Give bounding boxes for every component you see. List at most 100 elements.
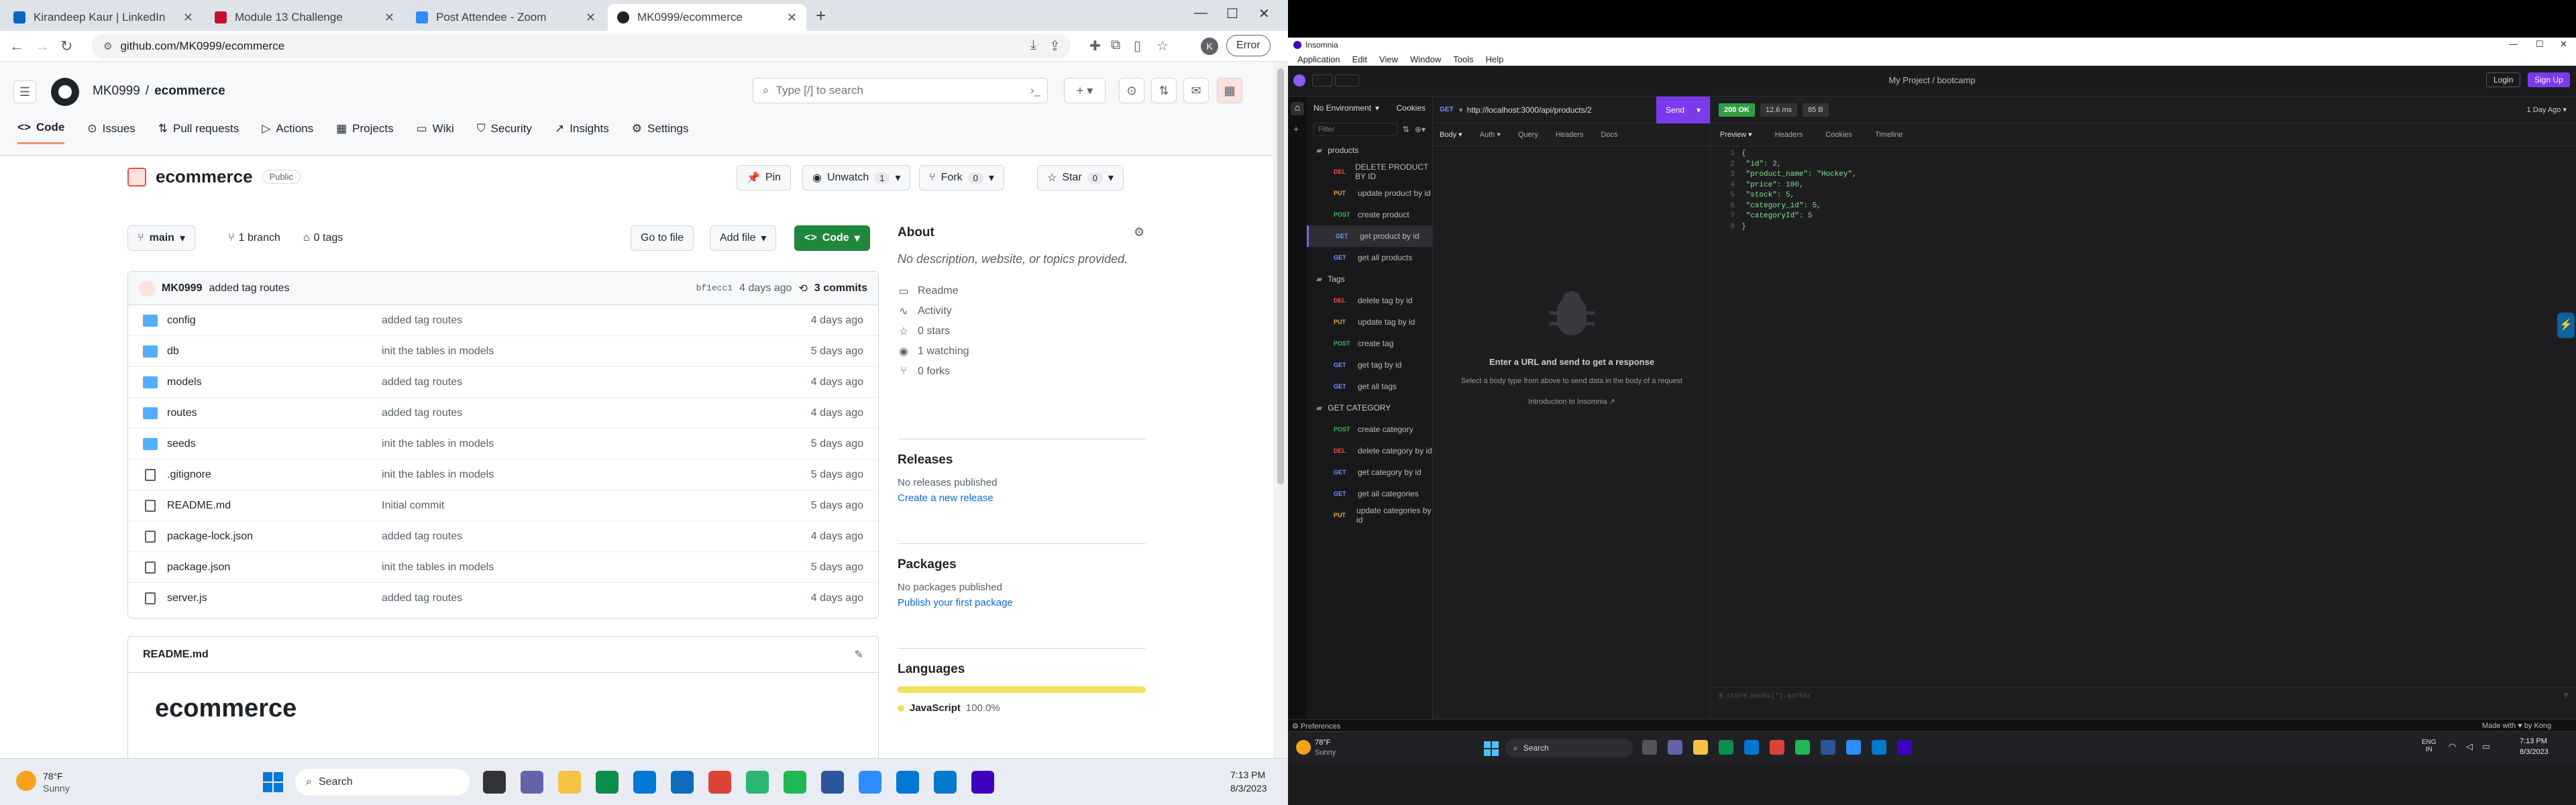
forward-icon[interactable]: → [35,38,50,55]
tab-github[interactable]: MK0999/ecommerce ✕ [608,4,806,31]
project-breadcrumb[interactable]: My Project / bootcamp [1288,75,2576,85]
file-commit-message[interactable]: Initial commit [382,500,811,512]
store-icon[interactable] [633,771,656,794]
file-name[interactable]: server.js [167,592,382,604]
scrollbar-thumb[interactable] [1277,68,1284,484]
request-item[interactable]: POST create tag [1307,333,1432,354]
floating-extension-icon[interactable]: ⚡ [2557,313,2575,338]
spotify-icon[interactable] [1795,740,1810,755]
word-icon[interactable] [1821,740,1835,755]
code-button[interactable]: <> Code ▾ [794,225,870,251]
insomnia-icon[interactable] [971,771,994,794]
file-name[interactable]: package.json [167,561,382,574]
sort-icon[interactable]: ⇅ [1403,125,1409,134]
tags-link[interactable]: ⌂ 0 tags [303,232,343,244]
close-icon[interactable]: ✕ [183,11,193,25]
watching-link[interactable]: ◉ 1 watching [898,341,1146,362]
menu-edit[interactable]: Edit [1352,54,1367,64]
tab-headers[interactable]: Headers [1775,131,1803,139]
pin-button[interactable]: 📌 Pin [737,165,792,191]
file-commit-message[interactable]: added tag routes [382,531,811,543]
reload-icon[interactable]: ↻ [60,38,72,55]
tab-timeline[interactable]: Timeline [1875,131,1902,139]
minimize-button[interactable]: — [2509,39,2518,49]
file-row[interactable]: package.json init the tables in models 5 d… [128,552,878,583]
site-info-icon[interactable]: ⚙ [103,40,112,52]
tab-linkedin[interactable]: Kirandeep Kaur | LinkedIn ✕ [4,4,203,31]
menu-window[interactable]: Window [1410,54,1441,64]
commit-message[interactable]: added tag routes [209,282,289,294]
issues-icon[interactable]: ⊙ [1119,78,1144,103]
owner-link[interactable]: MK0999 [93,84,140,99]
request-item[interactable]: GET get tag by id [1307,354,1432,376]
login-button[interactable]: Login [2486,72,2521,87]
request-item[interactable]: POST create product [1307,204,1432,225]
url-input[interactable]: http://localhost:3000/api/products/2 [1467,105,1656,115]
close-window-button[interactable]: ✕ [1258,5,1270,22]
edge-icon[interactable] [596,771,619,794]
insomnia-icon[interactable] [1897,740,1912,755]
cookies-button[interactable]: Cookies [1397,103,1426,113]
file-name[interactable]: seeds [167,438,382,450]
request-item[interactable]: GET get all tags [1307,376,1432,397]
taskbar-search[interactable]: ⌕ Search [1505,739,1633,757]
folder-item[interactable]: ▰ products [1307,140,1432,161]
tab-query[interactable]: Query [1518,131,1538,139]
tab-wiki[interactable]: ▭ Wiki [417,121,454,144]
extension-icon[interactable]: ✚ [1089,38,1101,54]
fork-button[interactable]: ⑂ Fork 0 ▾ [919,165,1004,191]
home-icon[interactable]: ⌂ [1291,102,1304,115]
page-scrollbar[interactable] [1273,62,1288,758]
file-row[interactable]: .gitignore init the tables in models 5 day… [128,460,878,490]
tab-headers[interactable]: Headers [1556,131,1584,139]
stars-link[interactable]: ☆ 0 stars [898,321,1146,341]
request-item[interactable]: GET get all products [1307,247,1432,268]
commit-author[interactable]: MK0999 [162,282,202,294]
sidepanel-icon[interactable]: ▯ [1134,38,1141,54]
close-window-button[interactable]: ✕ [2560,39,2567,50]
file-commit-message[interactable]: added tag routes [382,592,811,604]
add-icon[interactable]: + [1293,123,1299,134]
file-row[interactable]: db init the tables in models 5 days ago [128,336,878,367]
request-item[interactable]: PUT update tag by id [1307,311,1432,333]
file-name[interactable]: README.md [167,500,382,512]
file-commit-message[interactable]: init the tables in models [382,561,811,574]
search-input[interactable]: ⌕ Type [/] to search ›_ [753,78,1048,103]
file-commit-message[interactable]: added tag routes [382,407,811,419]
request-item[interactable]: DEL DELETE PRODUCT BY ID [1307,161,1432,182]
tab-module13[interactable]: Module 13 Challenge ✕ [205,4,404,31]
file-name[interactable]: config [167,315,382,327]
readme-link[interactable]: ▭ Readme [898,281,1146,301]
maximize-button[interactable]: ☐ [1226,5,1238,22]
taskview-icon[interactable] [483,771,506,794]
menu-help[interactable]: Help [1486,54,1504,64]
environment-select[interactable]: No Environment ▾ Cookies [1307,97,1432,119]
close-icon[interactable]: ✕ [787,11,797,25]
request-item[interactable]: DEL delete tag by id [1307,290,1432,311]
teams-icon[interactable] [521,771,543,794]
file-row[interactable]: server.js added tag routes 4 days ago [128,583,878,614]
app-icon[interactable] [896,771,919,794]
edge-icon[interactable] [1719,740,1733,755]
spotify-icon[interactable] [784,771,806,794]
method-select[interactable]: GET [1433,106,1459,113]
error-button[interactable]: Error [1226,35,1271,56]
made-with-kong[interactable]: Made with ♥ by Kong [2482,722,2551,730]
tab-body[interactable]: Body ▾ [1440,130,1462,139]
file-row[interactable]: seeds init the tables in models 5 days ago [128,429,878,460]
gear-icon[interactable]: ⚙ [1134,225,1144,239]
tab-issues[interactable]: ⊙ Issues [87,121,135,144]
zoom-icon[interactable] [1846,740,1861,755]
inbox-icon[interactable]: ✉ [1183,78,1209,103]
file-commit-message[interactable]: init the tables in models [382,345,811,358]
file-commit-message[interactable]: init the tables in models [382,469,811,481]
vscode-icon[interactable] [934,771,957,794]
windows-start-icon[interactable] [1484,741,1499,756]
create-new-button[interactable]: + ▾ [1064,78,1106,103]
signup-button[interactable]: Sign Up [2528,72,2570,87]
chrome-icon[interactable] [1770,740,1784,755]
github-logo-icon[interactable] [51,78,79,106]
file-row[interactable]: config added tag routes 4 days ago [128,305,878,336]
bookmark-icon[interactable]: ☆ [1157,38,1169,54]
history-dropdown[interactable]: 1 Day Ago ▾ [2527,105,2567,114]
